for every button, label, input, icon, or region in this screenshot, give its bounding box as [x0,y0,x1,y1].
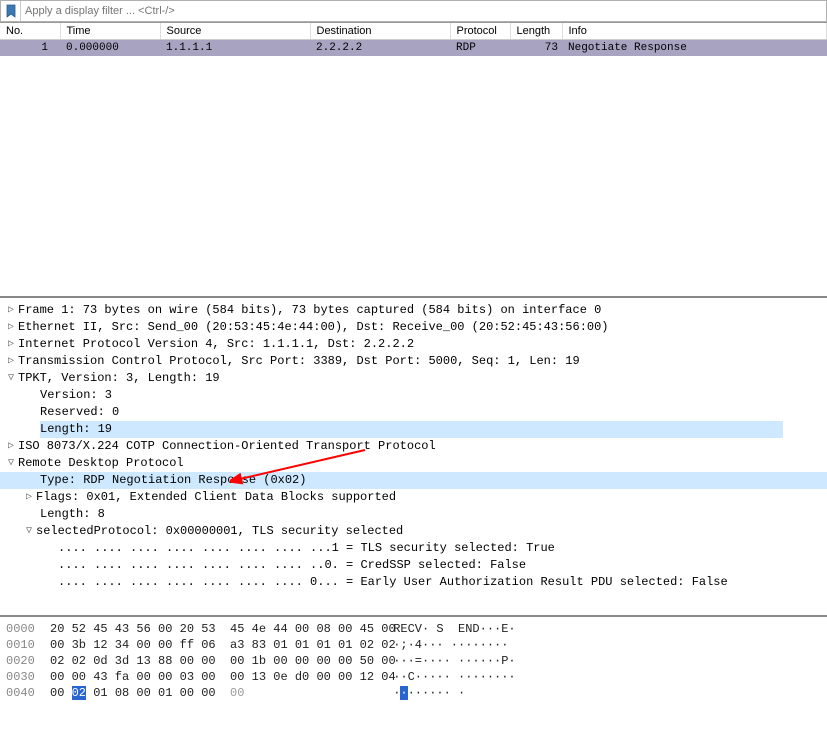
hex-ascii: RECV· S END···E· [386,621,516,637]
tree-rdp-selproto[interactable]: ▽selectedProtocol: 0x00000001, TLS secur… [0,523,827,540]
tree-label: Transmission Control Protocol, Src Port:… [18,353,580,370]
packet-details-pane: ▷Frame 1: 73 bytes on wire (584 bits), 7… [0,296,827,615]
cell-time: 0.000000 [60,40,160,57]
chevron-right-icon: ▷ [4,319,18,336]
tree-tpkt-version[interactable]: Version: 3 [0,387,827,404]
hex-offset: 0010 [6,637,50,653]
chevron-down-icon: ▽ [22,523,36,540]
tree-label: .... .... .... .... .... .... .... ...1 … [58,540,555,557]
packet-list-pane: No. Time Source Destination Protocol Len… [0,22,827,296]
hex-row[interactable]: 003000 00 43 fa 00 00 03 00 00 13 0e d0 … [6,669,821,685]
hex-offset: 0000 [6,621,50,637]
tree-label: Remote Desktop Protocol [18,455,184,472]
filter-bar [0,0,827,22]
hex-bytes: 20 52 45 43 56 00 20 53 45 4e 44 00 08 0… [50,621,386,637]
tree-label: Version: 3 [40,387,112,404]
display-filter-input[interactable] [21,1,826,21]
tree-ethernet[interactable]: ▷Ethernet II, Src: Send_00 (20:53:45:4e:… [0,319,827,336]
hex-bytes: 00 02 01 08 00 01 00 00 00 [50,685,386,701]
hex-offset: 0030 [6,669,50,685]
chevron-right-icon: ▷ [22,489,36,506]
packet-list-empty-area[interactable] [0,56,827,296]
tree-label: Frame 1: 73 bytes on wire (584 bits), 73… [18,302,601,319]
hex-row[interactable]: 001000 3b 12 34 00 00 ff 06 a3 83 01 01 … [6,637,821,653]
cell-info: Negotiate Response [562,40,827,57]
tree-label: .... .... .... .... .... .... .... 0... … [58,574,728,591]
cell-source: 1.1.1.1 [160,40,310,57]
tree-tpkt[interactable]: ▽TPKT, Version: 3, Length: 19 [0,370,827,387]
col-header-protocol[interactable]: Protocol [450,23,510,40]
packet-bytes-pane: 000020 52 45 43 56 00 20 53 45 4e 44 00 … [0,615,827,705]
chevron-right-icon: ▷ [4,353,18,370]
tree-rdp-sp-tls[interactable]: .... .... .... .... .... .... .... ...1 … [0,540,827,557]
tree-tcp[interactable]: ▷Transmission Control Protocol, Src Port… [0,353,827,370]
tree-cotp[interactable]: ▷ISO 8073/X.224 COTP Connection-Oriented… [0,438,827,455]
hex-offset: 0020 [6,653,50,669]
packet-row[interactable]: 1 0.000000 1.1.1.1 2.2.2.2 RDP 73 Negoti… [0,40,827,57]
hex-ascii: ········ · [386,685,465,701]
hex-bytes: 02 02 0d 3d 13 88 00 00 00 1b 00 00 00 0… [50,653,386,669]
tree-rdp-type[interactable]: Type: RDP Negotiation Response (0x02) [0,472,827,489]
chevron-right-icon: ▷ [4,302,18,319]
chevron-down-icon: ▽ [4,455,18,472]
tree-label: Flags: 0x01, Extended Client Data Blocks… [36,489,396,506]
hex-offset: 0040 [6,685,50,701]
col-header-destination[interactable]: Destination [310,23,450,40]
tree-rdp[interactable]: ▽Remote Desktop Protocol [0,455,827,472]
cell-destination: 2.2.2.2 [310,40,450,57]
col-header-no[interactable]: No. [0,23,60,40]
col-header-time[interactable]: Time [60,23,160,40]
tree-rdp-sp-earlyauth[interactable]: .... .... .... .... .... .... .... 0... … [0,574,827,591]
tree-label: Ethernet II, Src: Send_00 (20:53:45:4e:4… [18,319,609,336]
bookmark-icon[interactable] [1,1,21,21]
packet-table-header: No. Time Source Destination Protocol Len… [0,23,827,40]
tree-label: Length: 8 [40,506,105,523]
tree-rdp-sp-credssp[interactable]: .... .... .... .... .... .... .... ..0. … [0,557,827,574]
tree-label: Type: RDP Negotiation Response (0x02) [40,472,306,489]
tree-label: Reserved: 0 [40,404,119,421]
hex-bytes: 00 3b 12 34 00 00 ff 06 a3 83 01 01 01 0… [50,637,386,653]
cell-protocol: RDP [450,40,510,57]
cell-no: 1 [0,40,60,57]
col-header-info[interactable]: Info [562,23,827,40]
col-header-source[interactable]: Source [160,23,310,40]
hex-row[interactable]: 004000 02 01 08 00 01 00 00 00 ········ … [6,685,821,701]
hex-ascii: ·;·4··· ········ [386,637,508,653]
hex-ascii: ··C····· ········ [386,669,516,685]
hex-ascii: ···=···· ······P· [386,653,516,669]
chevron-right-icon: ▷ [4,336,18,353]
tree-tpkt-length[interactable]: Length: 19 [0,421,827,438]
col-header-length[interactable]: Length [510,23,562,40]
hex-bytes: 00 00 43 fa 00 00 03 00 00 13 0e d0 00 0… [50,669,386,685]
tree-label: selectedProtocol: 0x00000001, TLS securi… [36,523,403,540]
hex-row[interactable]: 002002 02 0d 3d 13 88 00 00 00 1b 00 00 … [6,653,821,669]
packet-table: No. Time Source Destination Protocol Len… [0,23,827,56]
tree-label: TPKT, Version: 3, Length: 19 [18,370,220,387]
tree-label: .... .... .... .... .... .... .... ..0. … [58,557,526,574]
chevron-right-icon: ▷ [4,438,18,455]
tree-rdp-flags[interactable]: ▷Flags: 0x01, Extended Client Data Block… [0,489,827,506]
tree-label: ISO 8073/X.224 COTP Connection-Oriented … [18,438,436,455]
hex-highlight: 02 [72,686,86,700]
tree-frame[interactable]: ▷Frame 1: 73 bytes on wire (584 bits), 7… [0,302,827,319]
hex-row[interactable]: 000020 52 45 43 56 00 20 53 45 4e 44 00 … [6,621,821,637]
cell-length: 73 [510,40,562,57]
tree-tpkt-reserved[interactable]: Reserved: 0 [0,404,827,421]
tree-label: Length: 19 [40,421,783,438]
tree-ip[interactable]: ▷Internet Protocol Version 4, Src: 1.1.1… [0,336,827,353]
tree-label: Internet Protocol Version 4, Src: 1.1.1.… [18,336,414,353]
chevron-down-icon: ▽ [4,370,18,387]
tree-rdp-length[interactable]: Length: 8 [0,506,827,523]
